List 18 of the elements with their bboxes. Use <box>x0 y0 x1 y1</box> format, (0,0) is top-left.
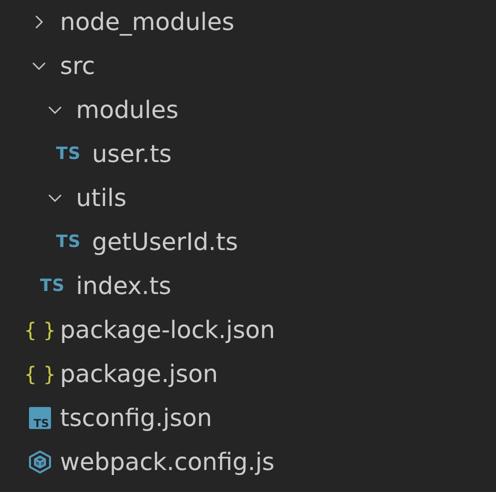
file-name[interactable]: package.json <box>60 359 218 389</box>
file-name[interactable]: user.ts <box>92 139 172 169</box>
folder-name[interactable]: node_modules <box>60 7 234 37</box>
folder-name[interactable]: utils <box>76 183 126 213</box>
file-name[interactable]: webpack.config.js <box>60 447 275 477</box>
braces-icon: { } <box>24 364 56 384</box>
file-name[interactable]: index.ts <box>76 271 172 301</box>
ts-icon: TS <box>56 144 81 164</box>
ts-box-icon: TS <box>29 407 51 430</box>
folder-name[interactable]: modules <box>76 95 178 125</box>
ts-icon: TS <box>56 232 81 252</box>
folder-name[interactable]: src <box>60 51 96 81</box>
file-name[interactable]: tsconfig.json <box>60 403 212 433</box>
cube-icon <box>29 450 51 474</box>
ts-icon: TS <box>40 276 65 296</box>
braces-icon: { } <box>24 320 56 340</box>
file-name[interactable]: getUserId.ts <box>92 227 238 257</box>
file-name[interactable]: package-lock.json <box>60 315 276 345</box>
